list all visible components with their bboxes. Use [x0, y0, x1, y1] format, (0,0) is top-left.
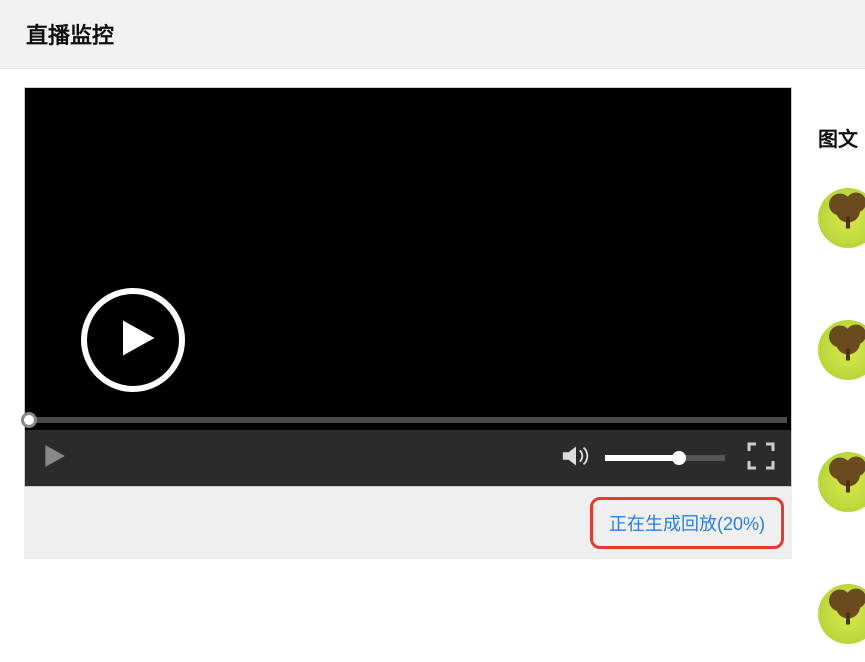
avatar[interactable]	[818, 320, 865, 380]
volume-knob[interactable]	[672, 451, 686, 465]
page-title: 直播监控	[26, 18, 839, 50]
tree-icon	[826, 587, 865, 632]
tree-icon	[826, 323, 865, 368]
progress-bar[interactable]	[25, 410, 791, 430]
avatar[interactable]	[818, 188, 865, 248]
sidebar-title: 图文	[818, 123, 865, 152]
video-controls	[25, 430, 791, 486]
video-column: 正在生成回放(20%)	[24, 87, 792, 644]
page-header: 直播监控	[0, 0, 865, 69]
avatar[interactable]	[818, 452, 865, 512]
progress-handle[interactable]	[21, 412, 37, 428]
big-play-button[interactable]	[81, 288, 185, 392]
fullscreen-icon	[747, 442, 775, 475]
video-player	[24, 87, 792, 487]
volume-icon	[561, 443, 591, 474]
progress-track[interactable]	[29, 417, 787, 423]
video-status-bar: 正在生成回放(20%)	[24, 487, 792, 559]
volume-slider[interactable]	[605, 455, 725, 461]
replay-status-text[interactable]: 正在生成回放(20%)	[609, 514, 765, 534]
play-icon	[108, 317, 158, 364]
avatar[interactable]	[818, 584, 865, 644]
content-area: 正在生成回放(20%) 图文	[0, 69, 865, 662]
fullscreen-button[interactable]	[747, 442, 775, 475]
play-icon	[41, 443, 67, 474]
play-button[interactable]	[41, 443, 67, 474]
sidebar-column: 图文	[818, 87, 865, 644]
tree-icon	[826, 191, 865, 236]
volume-fill	[605, 455, 679, 461]
volume-button[interactable]	[561, 443, 591, 474]
tree-icon	[826, 455, 865, 500]
replay-status-highlight: 正在生成回放(20%)	[590, 497, 784, 549]
